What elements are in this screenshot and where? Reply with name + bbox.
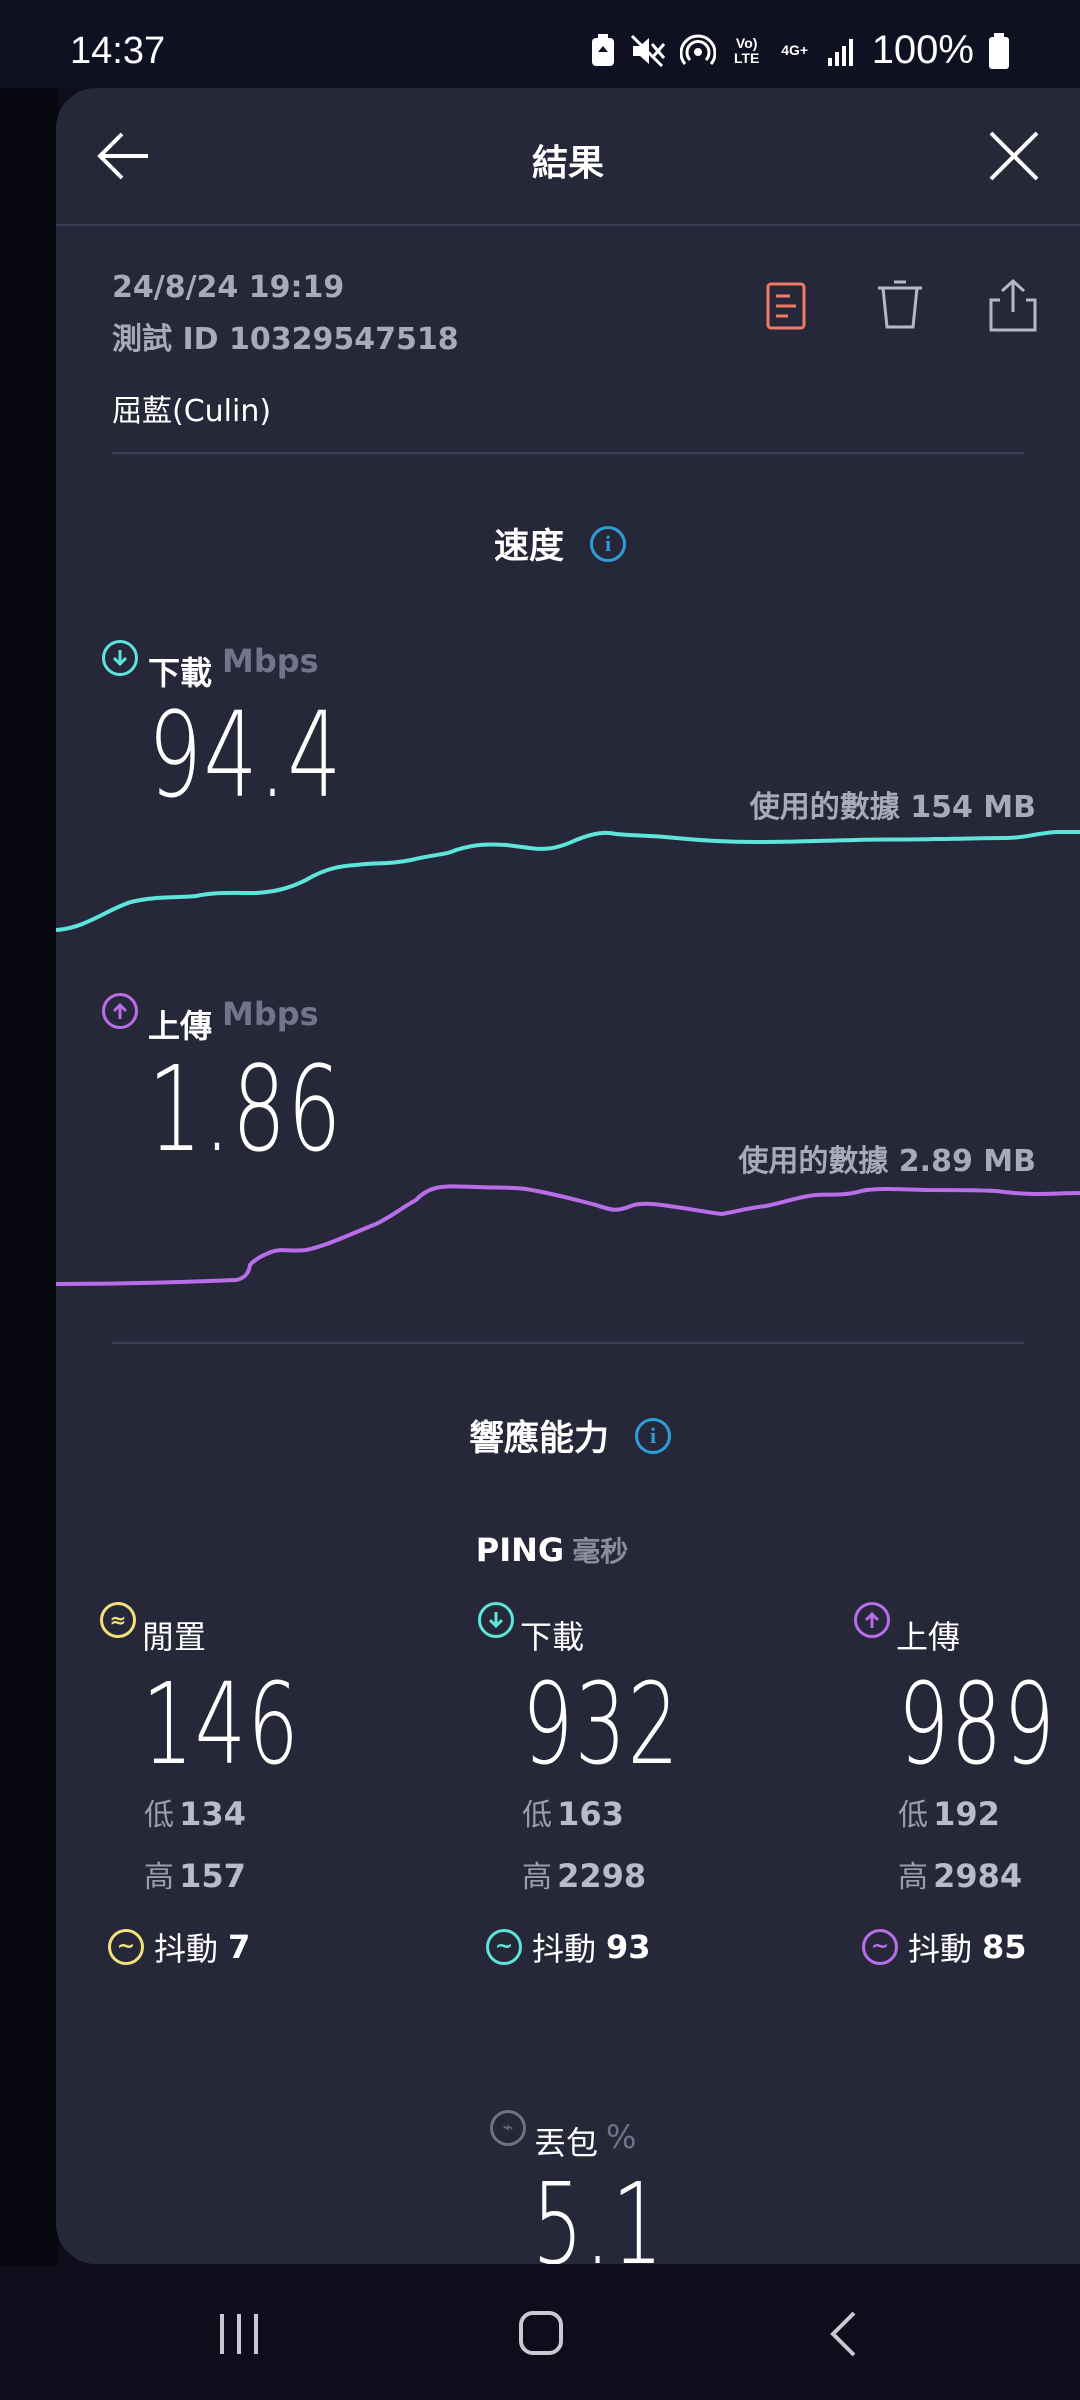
upload-graph [56,1184,1080,1286]
download-unit: Mbps [222,642,319,680]
jitter-label: 抖動 [154,1930,219,1968]
responsiveness-title: 響應能力 [468,1419,609,1459]
jitter-value: 85 [982,1928,1027,1966]
upload-speed-line [56,1184,1080,1286]
ping-idle-high: 高 157 [144,1852,246,1896]
responsiveness-header: 響應能力 i [0,1410,1080,1461]
ping-upload-header: 上傳 [854,1602,960,1658]
low-label: 低 [522,1798,552,1833]
packet-loss-header: ⌁ 丟包 % [490,2110,636,2164]
packet-loss-clip: 5.1 [56,2160,1080,2264]
status-time: 14:37 [70,30,166,72]
upload-unit: Mbps [222,995,319,1033]
report-icon[interactable] [766,282,806,334]
home-icon[interactable] [518,2310,564,2360]
4g-icon: 4G+ [781,42,809,58]
jitter-value: 93 [606,1928,651,1966]
share-icon[interactable] [988,278,1038,336]
ping-idle-header: ≈ 閒置 [100,1602,206,1658]
packet-loss-unit: % [606,2118,637,2156]
high-value: 2984 [933,1857,1023,1895]
test-datetime: 24/8/24 19:19 [112,270,345,305]
close-icon[interactable] [988,130,1040,186]
upload-arrow-icon [102,993,138,1029]
packet-loss-label: 丟包 [534,2124,599,2162]
upload-value: 1.86 [148,1040,343,1178]
jitter-icon: ~ [862,1929,898,1965]
jitter-label: 抖動 [908,1930,973,1968]
low-value: 163 [557,1795,624,1833]
trash-icon[interactable] [876,280,924,334]
upload-header: 上傳 Mbps [102,993,319,1047]
ping-unit: 毫秒 [572,1535,629,1568]
ping-idle-value: 146 [142,1660,301,1790]
download-value: 94.4 [148,686,343,824]
ping-upload-label: 上傳 [896,1618,961,1656]
speed-title: 速度 [493,527,564,567]
ping-download-value: 932 [522,1660,681,1790]
battery-icon [988,32,1010,69]
ping-download-low: 低 163 [522,1790,624,1834]
recents-icon[interactable] [216,2312,262,2360]
ping-upload-low: 低 192 [898,1790,1000,1834]
high-label: 高 [144,1860,174,1895]
jitter-value: 7 [228,1928,251,1966]
download-speed-line [56,830,1080,932]
test-id: 測試 ID 10329547518 [112,322,459,357]
ping-idle-label: 閒置 [142,1618,207,1656]
back-icon[interactable] [828,2310,858,2362]
ping-upload-jitter: ~ 抖動 85 [862,1924,1027,1970]
provider-name: 屈藍(Culin) [112,394,272,429]
idle-icon: ≈ [100,1602,136,1638]
download-graph [56,830,1080,932]
ping-download-high: 高 2298 [522,1852,646,1896]
ping-download-header: 下載 [478,1602,584,1658]
ping-upload-value: 989 [898,1660,1057,1790]
mute-icon [630,34,666,68]
low-value: 134 [179,1795,246,1833]
high-label: 高 [898,1860,928,1895]
speed-section-header: 速度 i [0,518,1080,569]
ping-header: PING 毫秒 [0,1530,1080,1570]
header: 結果 [56,88,1080,226]
jitter-icon: ~ [486,1929,522,1965]
info-icon[interactable]: i [635,1417,671,1454]
upload-arrow-icon [854,1602,890,1638]
ping-upload-high: 高 2984 [898,1852,1022,1896]
jitter-icon: ~ [108,1929,144,1965]
low-label: 低 [144,1798,174,1833]
ping-idle-jitter: ~ 抖動 7 [108,1924,250,1970]
packet-loss-icon: ⌁ [490,2110,526,2146]
status-icons: Vo) LTE 4G+ 100% [590,28,1010,73]
low-label: 低 [898,1798,928,1833]
battery-saver-icon [590,33,616,68]
divider [112,452,1024,454]
ping-idle-low: 低 134 [144,1790,246,1834]
low-value: 192 [933,1795,1000,1833]
download-arrow-icon [478,1602,514,1638]
page-title: 結果 [531,143,604,184]
info-icon[interactable]: i [590,525,626,562]
download-arrow-icon [102,640,138,676]
high-value: 2298 [557,1857,647,1895]
ping-label: PING [475,1531,565,1569]
divider [112,1342,1024,1344]
ping-download-jitter: ~ 抖動 93 [486,1924,651,1970]
signal-icon [826,36,858,66]
jitter-label: 抖動 [532,1930,597,1968]
navigation-bar [0,2266,1080,2400]
background-strip [0,88,58,2268]
volte-icon: Vo) LTE [733,34,760,66]
hotspot-icon [679,34,716,68]
ping-download-label: 下載 [520,1618,585,1656]
packet-loss-value: 5.1 [532,2160,665,2264]
battery-percent: 100% [871,28,974,72]
high-value: 157 [179,1857,246,1895]
high-label: 高 [522,1860,552,1895]
